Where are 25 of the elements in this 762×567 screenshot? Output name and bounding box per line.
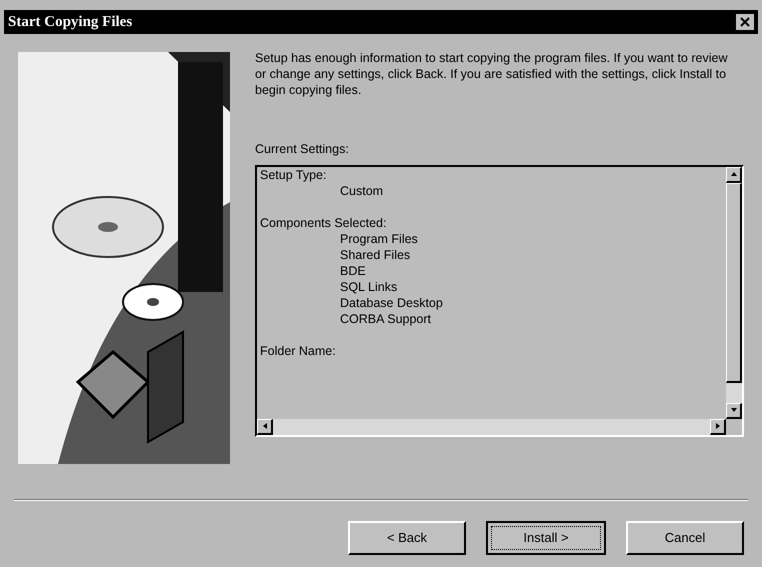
- setting-value: BDE: [339, 262, 367, 279]
- close-button[interactable]: [736, 14, 754, 30]
- setting-heading: Components Selected:: [260, 214, 388, 231]
- settings-label: Current Settings:: [255, 141, 350, 158]
- settings-list[interactable]: Setup Type: Custom Components Selected: Program Files Shared Files BDE SQL Links Database Desktop CORBA Support Folder Name:: [255, 164, 744, 437]
- scroll-up-icon[interactable]: [726, 166, 742, 183]
- setting-heading: Folder Name:: [260, 342, 337, 359]
- vertical-scrollbar[interactable]: [726, 166, 742, 419]
- setting-value: Custom: [339, 182, 384, 199]
- setting-value: SQL Links: [339, 278, 398, 295]
- setting-value: Shared Files: [339, 246, 412, 263]
- dialog-button[interactable]: < Back: [348, 521, 466, 555]
- intro-text: Setup has enough information to start copying the program files. If you want to review or change any settings, click Back. If you are satisfied with the settings, click Install to begin copying files.: [255, 50, 728, 98]
- window-title: Start Copying Files: [8, 12, 132, 32]
- setting-value: CORBA Support: [339, 310, 432, 327]
- dialog-button[interactable]: Install >: [486, 521, 606, 555]
- setting-heading: Setup Type:: [260, 166, 328, 183]
- scroll-down-icon[interactable]: [726, 402, 742, 419]
- setting-value: Program Files: [339, 230, 419, 247]
- scroll-right-icon[interactable]: [710, 418, 726, 435]
- dialog-button[interactable]: Cancel: [626, 521, 744, 555]
- scroll-left-icon[interactable]: [257, 418, 273, 435]
- setting-value: Database Desktop: [339, 294, 444, 311]
- scroll-thumb[interactable]: [726, 182, 742, 383]
- horizontal-scrollbar[interactable]: [257, 418, 726, 435]
